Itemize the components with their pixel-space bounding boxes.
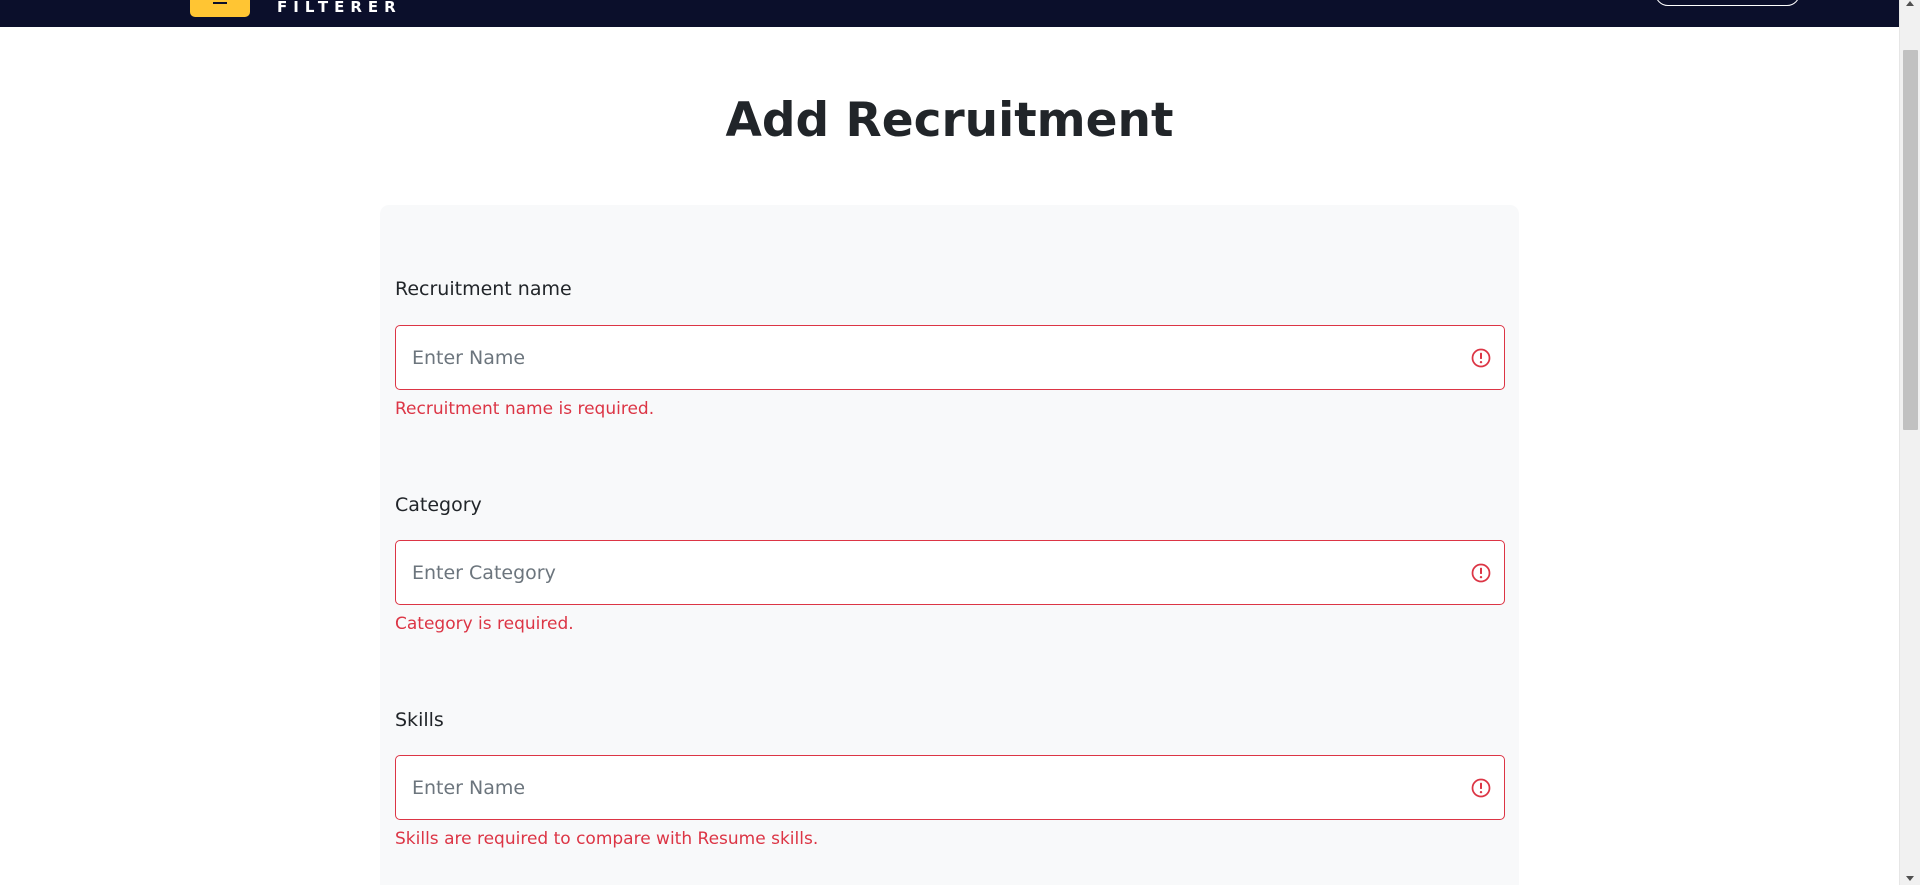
exclamation-circle-icon [1471, 348, 1491, 368]
skills-input[interactable] [395, 755, 1505, 820]
scroll-down-arrow-icon[interactable] [1906, 876, 1914, 881]
page-title: Add Recruitment [725, 93, 1174, 148]
recruitment-form: Recruitment name Recruitment name is req… [380, 205, 1519, 885]
skills-label: Skills [395, 709, 444, 731]
recruitment-name-input[interactable] [395, 325, 1505, 390]
category-error: Category is required. [395, 614, 574, 634]
scroll-up-arrow-icon[interactable] [1906, 1, 1914, 6]
logo-mark[interactable] [190, 0, 250, 17]
category-label: Category [395, 494, 482, 516]
recruitment-name-error: Recruitment name is required. [395, 399, 655, 419]
page-scrollbar[interactable] [1899, 0, 1920, 885]
category-input[interactable] [395, 540, 1505, 605]
exclamation-circle-icon [1471, 778, 1491, 798]
scroll-thumb[interactable] [1903, 50, 1918, 430]
recruitment-name-label: Recruitment name [395, 278, 572, 300]
logo-text[interactable]: FILTERER [277, 0, 402, 15]
exclamation-circle-icon [1471, 563, 1491, 583]
top-navbar: FILTERER [0, 0, 1899, 27]
nav-button[interactable] [1655, 0, 1800, 6]
skills-error: Skills are required to compare with Resu… [395, 829, 819, 849]
